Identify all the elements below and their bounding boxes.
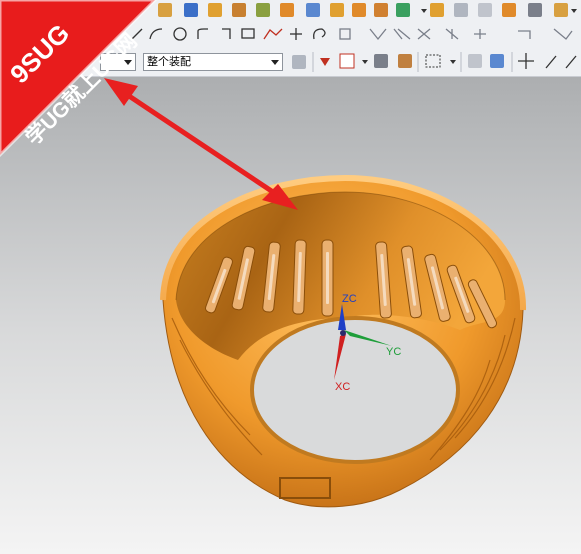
select-face-icon[interactable] [339, 53, 355, 69]
selection-toolbar-icons [292, 52, 577, 72]
offset-curve-icon[interactable] [339, 28, 351, 40]
move-face-icon[interactable] [502, 3, 516, 17]
project-curve-icon[interactable] [518, 30, 531, 39]
zc-label: ZC [342, 293, 357, 305]
spline-icon[interactable] [313, 28, 326, 40]
synchronous-icon[interactable] [554, 3, 568, 17]
view-orientation-icon[interactable] [490, 54, 504, 68]
datum-plane-icon[interactable] [306, 3, 320, 17]
shaded-with-edges-icon[interactable] [468, 54, 482, 68]
component-filter-icon[interactable] [292, 55, 306, 69]
mirror-icon[interactable] [352, 3, 366, 17]
revolve-icon[interactable] [232, 3, 246, 17]
dimension-icon[interactable] [474, 29, 486, 39]
bottom-opening [250, 316, 460, 464]
offset-face-icon[interactable] [374, 3, 388, 17]
yc-label: YC [386, 346, 402, 358]
thicken-icon[interactable] [478, 3, 492, 17]
quick-trim-icon[interactable] [369, 28, 387, 41]
intersection-curve-icon[interactable] [553, 28, 573, 40]
constraint-icon[interactable] [445, 28, 459, 40]
sweep-icon[interactable] [256, 3, 270, 17]
draft-icon[interactable] [430, 3, 444, 17]
rectangle-select-icon[interactable] [425, 54, 441, 68]
quick-extend-icon[interactable] [393, 28, 411, 40]
select-feature-icon[interactable] [398, 54, 412, 68]
analysis-icon[interactable] [396, 3, 410, 17]
pan-icon[interactable] [518, 53, 534, 69]
xc-label: XC [335, 381, 351, 393]
sheet-icon[interactable] [454, 3, 468, 17]
zoom-icon[interactable] [545, 55, 557, 69]
pattern-icon[interactable] [330, 3, 344, 17]
select-body-icon[interactable] [374, 54, 388, 68]
rotate-icon[interactable] [565, 55, 577, 69]
rectangle-icon[interactable] [241, 28, 255, 39]
profile-icon[interactable] [263, 28, 283, 40]
snap-point-icon[interactable] [320, 58, 330, 66]
chamfer-icon[interactable] [222, 28, 231, 39]
replace-face-icon[interactable] [528, 3, 542, 17]
extrude-icon[interactable] [208, 3, 222, 17]
make-corner-icon[interactable] [417, 28, 431, 40]
trim-body-icon[interactable] [280, 3, 294, 17]
